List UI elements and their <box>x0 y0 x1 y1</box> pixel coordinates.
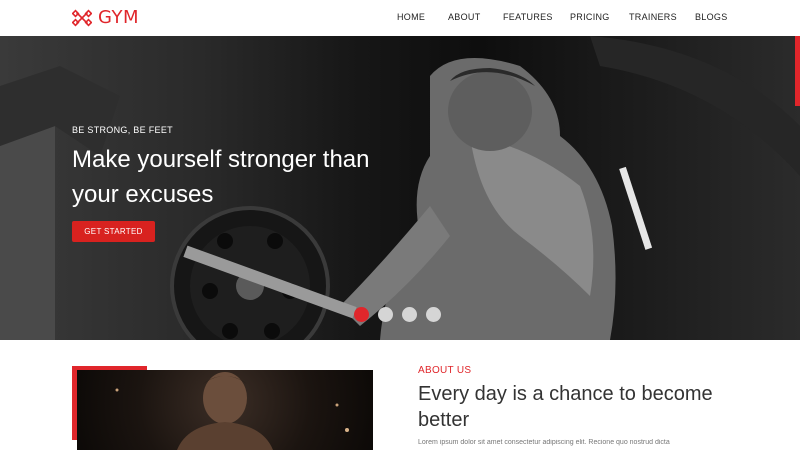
page-scroll-indicator <box>795 36 800 106</box>
slider-dot-1[interactable] <box>354 307 369 322</box>
get-started-button[interactable]: GET STARTED <box>72 221 155 242</box>
about-heading: Every day is a chance to become better <box>418 383 713 431</box>
slider-dot-3[interactable] <box>402 307 417 322</box>
slider-dots <box>354 307 441 322</box>
nav-item-pricing[interactable]: PRICING <box>570 12 610 22</box>
hero-banner: BE STRONG, BE FEET Make yourself stronge… <box>0 36 800 340</box>
slider-dot-4[interactable] <box>426 307 441 322</box>
site-header: GYM HOME ABOUT FEATURES PRICING TRAINERS… <box>0 0 800 36</box>
nav-item-features[interactable]: FEATURES <box>503 12 553 22</box>
about-text: Lorem ipsum dolor sit amet consectetur a… <box>418 439 670 446</box>
nav-item-home[interactable]: HOME <box>397 12 425 22</box>
about-label: ABOUT US <box>418 365 472 376</box>
nav-item-trainers[interactable]: TRAINERS <box>629 12 677 22</box>
about-image <box>77 370 373 450</box>
hero-tagline: BE STRONG, BE FEET <box>72 125 173 135</box>
main-nav: HOME ABOUT FEATURES PRICING TRAINERS BLO… <box>0 12 800 26</box>
nav-item-blogs[interactable]: BLOGS <box>695 12 728 22</box>
nav-item-about[interactable]: ABOUT <box>448 12 481 22</box>
slider-dot-2[interactable] <box>378 307 393 322</box>
hero-title: Make yourself stronger than your excuses <box>72 146 370 208</box>
trainer-photo <box>115 372 349 450</box>
